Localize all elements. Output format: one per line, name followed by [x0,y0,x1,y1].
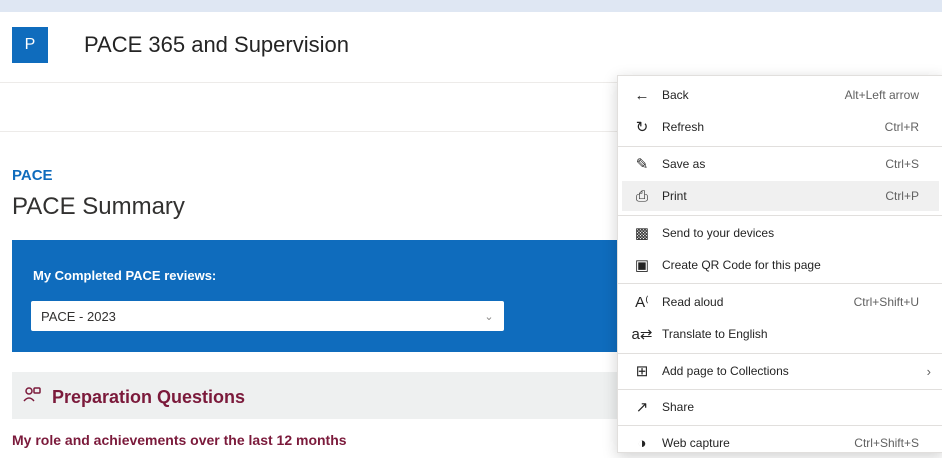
menu-item-label: Share [662,400,695,414]
refresh-icon: ↻ [635,119,649,136]
menu-item-label: Send to your devices [662,226,775,240]
section-subheading: My role and achievements over the last 1… [12,432,347,448]
save-as-icon: ✎ [635,156,649,173]
site-title[interactable]: PACE 365 and Supervision [84,32,349,58]
people-icon [23,387,41,402]
menu-separator [618,283,942,284]
menu-separator [618,215,942,216]
qr-code-icon: ▣ [634,257,650,274]
chevron-down-icon: ⌄ [484,310,494,323]
web-capture-icon: ◑ [637,434,647,452]
site-logo-letter: P [24,36,36,53]
chevron-right-icon: › [926,363,931,379]
menu-item-label: Read aloud [662,295,724,309]
menu-separator [618,353,942,354]
menu-separator [618,146,942,147]
menu-item-label: Back [662,88,689,102]
review-year-dropdown[interactable]: PACE - 2023 ⌄ [31,301,504,331]
menu-item-send-to-devices[interactable]: ▩ Send to your devices [622,218,939,248]
menu-item-share[interactable]: ↗ Share [622,392,939,422]
menu-item-create-qr-code[interactable]: ▣ Create QR Code for this page [622,250,939,280]
completed-reviews-label: My Completed PACE reviews: [33,268,217,283]
site-header: P PACE 365 and Supervision [0,12,942,83]
collections-icon: ⊞ [635,363,649,380]
menu-item-shortcut: Ctrl+P [885,189,919,203]
dropdown-selected-value: PACE - 2023 [41,308,116,324]
menu-item-shortcut: Ctrl+Shift+U [853,295,919,309]
menu-item-refresh[interactable]: ↻ Refresh Ctrl+R [622,112,939,142]
menu-item-web-capture[interactable]: ◑ Web capture Ctrl+Shift+S [622,428,939,458]
translate-icon: a⇄ [631,326,653,343]
menu-item-shortcut: Ctrl+R [884,120,919,134]
menu-item-label: Web capture [662,436,730,450]
menu-separator [618,389,942,390]
menu-item-save-as[interactable]: ✎ Save as Ctrl+S [622,149,939,179]
menu-item-label: Add page to Collections [662,364,789,378]
menu-item-shortcut: Alt+Left arrow [844,88,919,102]
context-menu: ← Back Alt+Left arrow ↻ Refresh Ctrl+R ✎… [617,75,942,453]
section-title: Preparation Questions [52,387,246,407]
print-icon: ⎙ [635,187,648,205]
menu-item-translate[interactable]: a⇄ Translate to English [622,319,939,349]
menu-item-read-aloud[interactable]: A⁽ Read aloud Ctrl+Shift+U [622,287,939,317]
menu-separator [618,425,942,426]
menu-item-label: Print [662,189,687,203]
menu-item-back[interactable]: ← Back Alt+Left arrow [622,80,939,110]
site-logo[interactable]: P [12,27,48,63]
share-icon: ↗ [635,399,649,416]
menu-item-add-to-collections[interactable]: ⊞ Add page to Collections › [622,356,939,386]
menu-item-shortcut: Ctrl+S [885,157,919,171]
menu-item-label: Translate to English [662,327,768,341]
send-to-devices-icon: ▩ [634,225,650,242]
menu-item-shortcut: Ctrl+Shift+S [854,436,919,450]
browser-top-strip [0,0,942,12]
menu-item-label: Save as [662,157,706,171]
menu-item-label: Refresh [662,120,705,134]
page-title: PACE Summary [12,193,185,220]
page-eyebrow: PACE [12,167,53,184]
back-arrow-icon: ← [634,86,650,104]
read-aloud-icon: A⁽ [635,294,649,311]
menu-item-label: Create QR Code for this page [662,258,821,272]
menu-item-print[interactable]: ⎙ Print Ctrl+P [622,181,939,211]
